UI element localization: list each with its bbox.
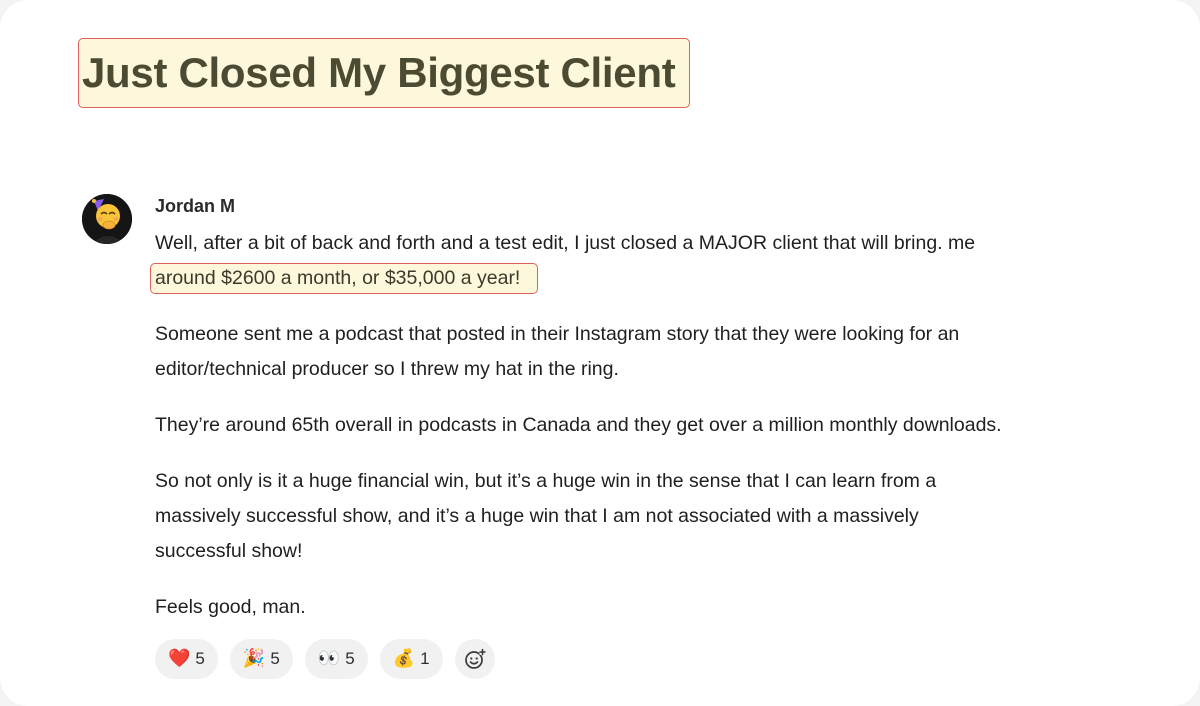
party-popper-icon: 🎉 bbox=[242, 648, 266, 669]
reaction-eyes-button[interactable]: 👀 5 bbox=[304, 639, 368, 679]
reaction-count: 1 bbox=[420, 649, 430, 668]
post-card: Just Closed My Biggest Client Jordan M W… bbox=[0, 0, 1200, 706]
reaction-count: 5 bbox=[345, 649, 355, 668]
paragraph-4: So not only is it a huge financial win, … bbox=[155, 464, 1135, 569]
reaction-count: 5 bbox=[270, 649, 280, 668]
reaction-money-bag-button[interactable]: 💰 1 bbox=[379, 639, 443, 679]
text-line: So not only is it a huge financial win, … bbox=[155, 470, 937, 492]
heart-icon: ❤️ bbox=[168, 648, 191, 669]
reaction-heart-button[interactable]: ❤️ 5 bbox=[155, 639, 218, 679]
post-body: Well, after a bit of back and forth and … bbox=[150, 226, 1135, 646]
highlighted-text: around $2600 a month, or $35,000 a year! bbox=[150, 263, 539, 294]
emoji-avatar-icon bbox=[82, 194, 132, 244]
add-reaction-icon bbox=[464, 648, 486, 669]
paragraph-1: Well, after a bit of back and forth and … bbox=[150, 226, 1135, 296]
title-highlight: Just Closed My Biggest Client bbox=[78, 38, 691, 108]
text-line: editor/technical producer so I threw my … bbox=[155, 358, 619, 380]
author-name[interactable]: Jordan M bbox=[155, 196, 235, 217]
money-bag-icon: 💰 bbox=[392, 648, 416, 669]
text-line: Feels good, man. bbox=[155, 596, 306, 618]
reaction-count: 5 bbox=[195, 649, 205, 668]
eyes-icon: 👀 bbox=[317, 648, 341, 669]
reaction-party-button[interactable]: 🎉 5 bbox=[229, 639, 293, 679]
paragraph-5: Feels good, man. bbox=[155, 590, 1135, 625]
text-line: successful show! bbox=[155, 540, 303, 562]
text-line: Someone sent me a podcast that posted in… bbox=[155, 323, 960, 345]
text-line: massively successful show, and it’s a hu… bbox=[155, 505, 919, 527]
reaction-bar: ❤️ 5 🎉 5 👀 5 💰 1 bbox=[155, 639, 495, 679]
add-reaction-button[interactable] bbox=[454, 639, 495, 679]
post-title: Just Closed My Biggest Client bbox=[82, 49, 676, 96]
text-line: Well, after a bit of back and forth and … bbox=[155, 232, 976, 254]
avatar[interactable] bbox=[82, 194, 132, 244]
paragraph-3: They’re around 65th overall in podcasts … bbox=[155, 408, 1135, 443]
text-line: around $2600 a month, or $35,000 a year! bbox=[150, 261, 1135, 296]
text-line: They’re around 65th overall in podcasts … bbox=[155, 414, 1002, 436]
paragraph-2: Someone sent me a podcast that posted in… bbox=[155, 317, 1135, 387]
